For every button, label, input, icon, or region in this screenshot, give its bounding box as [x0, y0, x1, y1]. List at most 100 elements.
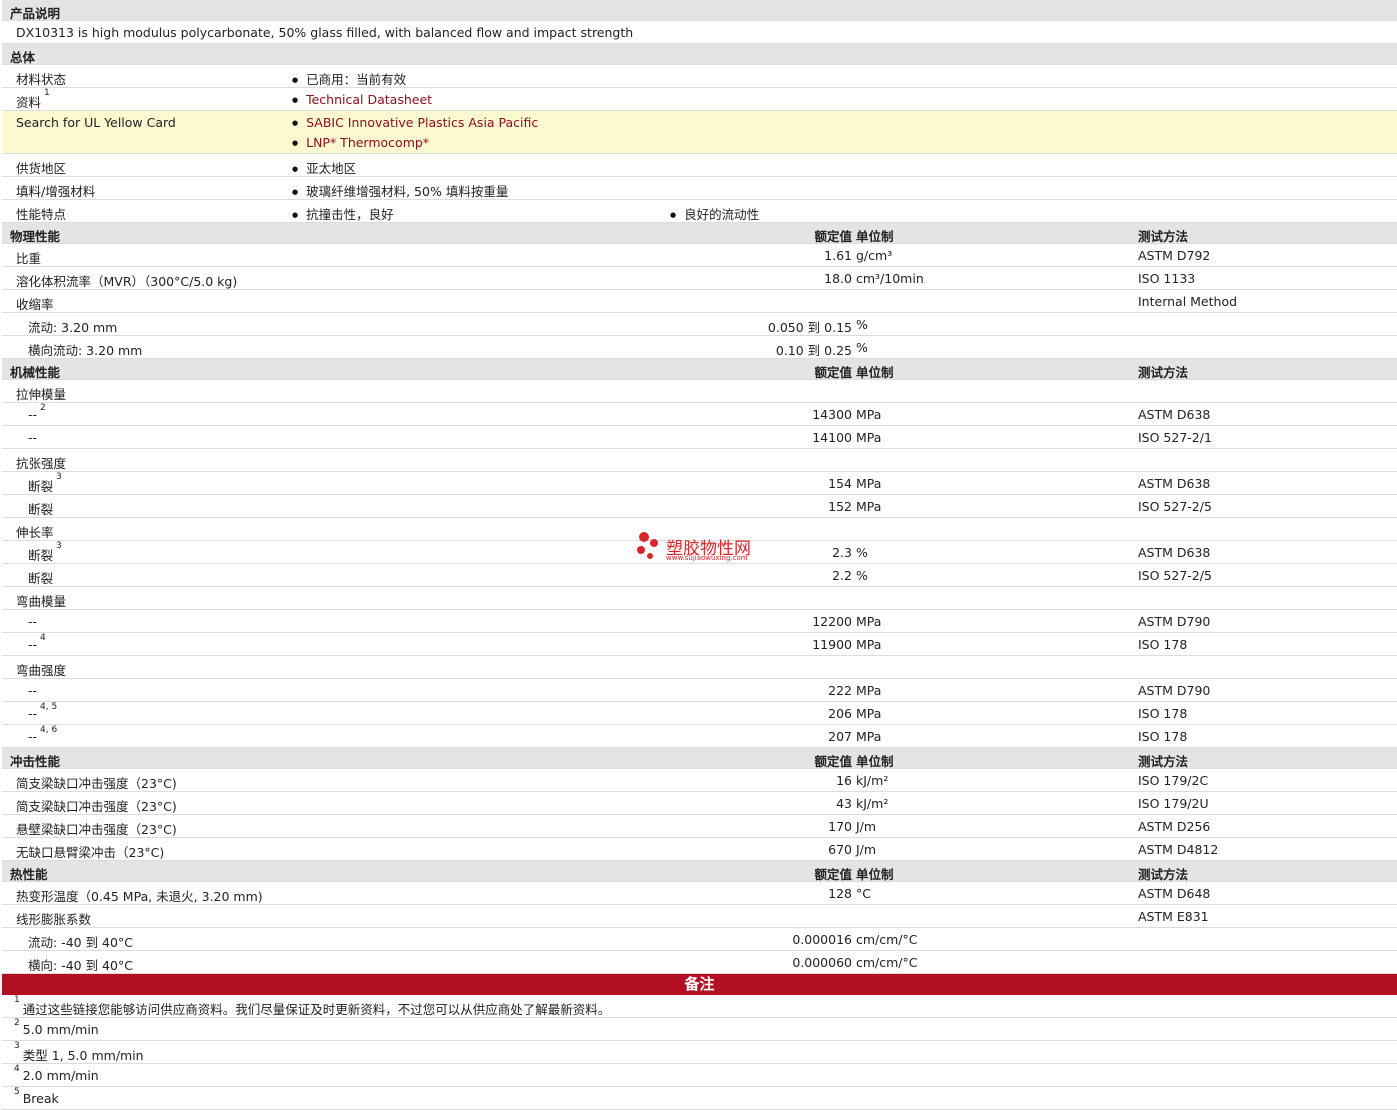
col-header-unit: 单位制	[856, 229, 894, 244]
label: 抗张强度	[16, 456, 67, 471]
row-shrink-flow: 流动: 3.20 mm 0.050 到 0.15 %	[2, 313, 1397, 336]
col-header-value: 额定值	[814, 229, 852, 244]
unit: MPa	[856, 729, 882, 744]
col-header-unit: 单位制	[856, 754, 894, 769]
value: 14100	[812, 430, 852, 445]
section-title: 热性能	[10, 867, 48, 882]
value: 670	[828, 842, 852, 857]
unit: g/cm³	[856, 248, 893, 263]
method: ASTM D790	[1138, 614, 1211, 629]
note-text: 3类型 1, 5.0 mm/min	[14, 1041, 144, 1063]
row-ul-search: Search for UL Yellow Card SABIC Innovati…	[2, 111, 1397, 154]
method: ISO 178	[1138, 729, 1188, 744]
value: 18.0	[824, 271, 852, 286]
label: 悬壁梁缺口冲击强度（23°C)	[16, 822, 177, 837]
method: ISO 1133	[1138, 271, 1196, 286]
unit: MPa	[856, 706, 882, 721]
method: ASTM E831	[1138, 909, 1209, 924]
ul-sabic-link[interactable]: SABIC Innovative Plastics Asia Pacific	[292, 115, 538, 130]
unit: %	[856, 545, 868, 560]
row-mvr: 溶化体积流率（MVR）（300°C/5.0 kg) 18.0 cm³/10min…	[2, 267, 1397, 290]
note-text: 5 Break	[14, 1087, 59, 1106]
value: 玻璃纤维增强材料, 50% 填料按重量	[292, 181, 508, 200]
row-docs: 资料1 Technical Datasheet	[2, 88, 1397, 111]
label: 流动: 3.20 mm	[28, 320, 118, 335]
row-hdt: 热变形温度（0.45 MPa, 未退火, 3.20 mm) 128 °C AST…	[2, 882, 1397, 905]
label: 断裂	[28, 571, 54, 586]
label: 横向流动: 3.20 mm	[28, 343, 143, 358]
label: -- 4, 6	[28, 725, 58, 744]
label: 材料状态	[16, 72, 67, 87]
label: 比重	[16, 251, 42, 266]
value: 11900	[812, 637, 852, 652]
unit: MPa	[856, 499, 882, 514]
note-3: 3类型 1, 5.0 mm/min	[2, 1041, 1397, 1064]
section-title: 物理性能	[10, 229, 61, 244]
label: -- 4, 5	[28, 702, 58, 721]
method: ASTM D792	[1138, 248, 1211, 263]
row-status: 材料状态 已商用：当前有效	[2, 65, 1397, 88]
row-fs1: -- 222 MPa ASTM D790	[2, 679, 1397, 702]
method: ISO 179/2U	[1138, 796, 1209, 811]
label: --	[28, 430, 38, 445]
unit: kJ/m²	[856, 773, 889, 788]
label: 弯曲强度	[16, 663, 67, 678]
label: 热变形温度（0.45 MPa, 未退火, 3.20 mm)	[16, 889, 263, 904]
unit: MPa	[856, 430, 882, 445]
note-text: 1通过这些链接您能够访问供应商资料。我们尽量保证及时更新资料，不过您可以从供应商…	[14, 995, 611, 1017]
method: ISO 527-2/5	[1138, 568, 1212, 583]
col-header-unit: 单位制	[856, 867, 894, 882]
label: Search for UL Yellow Card	[16, 115, 176, 130]
row-ts2: 断裂 152 MPa ISO 527-2/5	[2, 495, 1397, 518]
row-tm2: -- 14100 MPa ISO 527-2/1	[2, 426, 1397, 449]
unit: MPa	[856, 683, 882, 698]
value: 1.61	[824, 248, 852, 263]
unit: %	[856, 317, 868, 332]
unit: MPa	[856, 614, 882, 629]
value: 0.050 到 0.15	[767, 320, 852, 335]
row-izod-unnotched: 无缺口悬臂梁冲击（23°C) 670 J/m ASTM D4812	[2, 838, 1397, 861]
row-shrink-xflow: 横向流动: 3.20 mm 0.10 到 0.25 %	[2, 336, 1397, 359]
unit: kJ/m²	[856, 796, 889, 811]
watermark-url: www.sujiaowuxing.com	[666, 554, 748, 562]
col-header-method: 测试方法	[1138, 754, 1189, 769]
product-description: DX10313 is high modulus polycarbonate, 5…	[16, 25, 634, 40]
label: 性能特点	[16, 207, 67, 222]
col-header-value: 额定值	[814, 867, 852, 882]
value: 14300	[812, 407, 852, 422]
row-flex-modulus: 弯曲模量	[2, 587, 1397, 610]
value: 2.2	[832, 568, 852, 583]
unit: %	[856, 568, 868, 583]
value: 良好的流动性	[670, 204, 759, 223]
unit: cm/cm/°C	[856, 932, 918, 947]
label: 资料1	[16, 88, 50, 110]
value: 207	[828, 729, 852, 744]
method: ISO 527-2/5	[1138, 499, 1212, 514]
ul-lnp-link[interactable]: LNP* Thermocomp*	[292, 135, 429, 150]
section-physical: 物理性能 额定值 单位制 测试方法	[2, 223, 1397, 244]
label: --	[28, 683, 38, 698]
product-description-row: DX10313 is high modulus polycarbonate, 5…	[2, 21, 1397, 44]
label: 线形膨胀系数	[16, 912, 92, 927]
row-izod-notched: 悬壁梁缺口冲击强度（23°C) 170 J/m ASTM D256	[2, 815, 1397, 838]
value: 206	[828, 706, 852, 721]
section-general: 总体	[2, 44, 1397, 65]
note-1: 1通过这些链接您能够访问供应商资料。我们尽量保证及时更新资料，不过您可以从供应商…	[2, 995, 1397, 1018]
col-header-method: 测试方法	[1138, 365, 1189, 380]
row-shrinkage: 收缩率 Internal Method	[2, 290, 1397, 313]
technical-datasheet-link[interactable]: Technical Datasheet	[292, 92, 432, 107]
label: 断裂3	[28, 472, 62, 494]
section-mechanical: 机械性能 额定值 单位制 测试方法	[2, 359, 1397, 380]
note-text: 2 5.0 mm/min	[14, 1018, 99, 1037]
section-title: 机械性能	[10, 365, 61, 380]
value: 12200	[812, 614, 852, 629]
value: 亚太地区	[292, 158, 356, 177]
label: 横向: -40 到 40°C	[28, 958, 133, 973]
method: ISO 527-2/1	[1138, 430, 1212, 445]
col-header-value: 额定值	[814, 754, 852, 769]
label: 填料/增强材料	[16, 184, 96, 199]
label: 无缺口悬臂梁冲击（23°C)	[16, 845, 165, 860]
unit: J/m	[856, 842, 877, 857]
label: 拉伸模量	[16, 387, 67, 402]
method: ISO 179/2C	[1138, 773, 1209, 788]
